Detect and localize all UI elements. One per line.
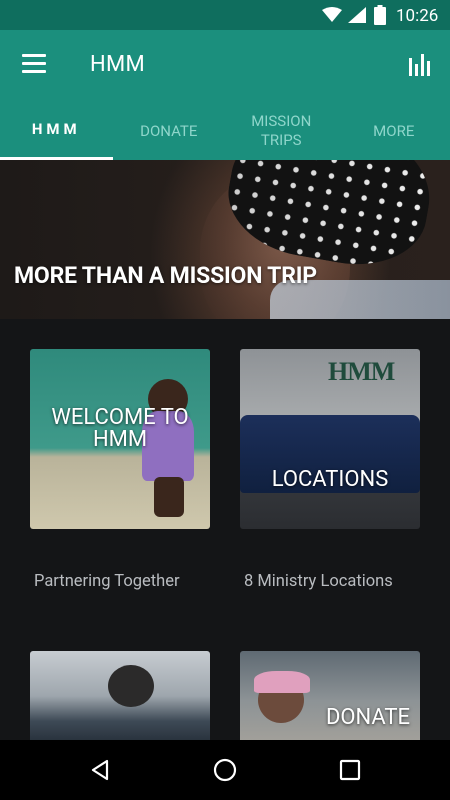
hamburger-menu-icon[interactable] <box>22 54 48 76</box>
card-photo-scarf <box>254 671 310 693</box>
recent-apps-icon[interactable] <box>338 758 362 782</box>
home-icon[interactable] <box>213 758 237 782</box>
back-icon[interactable] <box>88 758 112 782</box>
system-nav-bar <box>0 740 450 800</box>
card-photo-tree <box>108 665 154 707</box>
hero-banner[interactable]: MORE THAN A MISSION TRIP <box>0 160 450 319</box>
tab-more[interactable]: MORE <box>338 102 450 160</box>
status-bar: 10:26 <box>0 0 450 30</box>
welcome-card-label: WELCOME TO HMM <box>30 407 210 451</box>
card-photo-girl-legs <box>154 477 184 517</box>
signal-icon <box>348 7 366 23</box>
bar-chart-icon[interactable] <box>408 52 432 76</box>
wifi-icon <box>322 7 342 22</box>
tab-donate[interactable]: DONATE <box>113 102 226 160</box>
locations-card[interactable]: HMM LOCATIONS <box>240 349 420 529</box>
community-card[interactable] <box>30 651 210 740</box>
battery-icon <box>374 5 386 25</box>
hero-title: MORE THAN A MISSION TRIP <box>14 262 317 289</box>
tab-bar: HMM DONATE MISSION TRIPS MORE <box>0 102 450 160</box>
app-bar: HMM <box>0 30 450 102</box>
hmm-logo: HMM <box>328 357 395 386</box>
donate-card[interactable]: DONATE <box>240 651 420 740</box>
tab-mission-trips-label: MISSION TRIPS <box>251 112 312 149</box>
donate-card-label: DONATE <box>325 705 410 730</box>
status-time: 10:26 <box>396 6 439 26</box>
locations-card-label: LOCATIONS <box>271 467 389 492</box>
locations-card-caption: 8 Ministry Locations <box>244 572 393 591</box>
welcome-card-label-text: WELCOME TO HMM <box>51 405 189 452</box>
tab-mission-trips[interactable]: MISSION TRIPS <box>225 102 338 160</box>
hero-overlay <box>0 160 450 319</box>
app-title: HMM <box>90 52 146 77</box>
tab-hmm[interactable]: HMM <box>0 102 113 160</box>
welcome-card[interactable]: WELCOME TO HMM <box>30 349 210 529</box>
welcome-card-caption: Partnering Together <box>34 572 180 591</box>
card-grid: WELCOME TO HMM HMM LOCATIONS Partnering … <box>0 319 450 740</box>
